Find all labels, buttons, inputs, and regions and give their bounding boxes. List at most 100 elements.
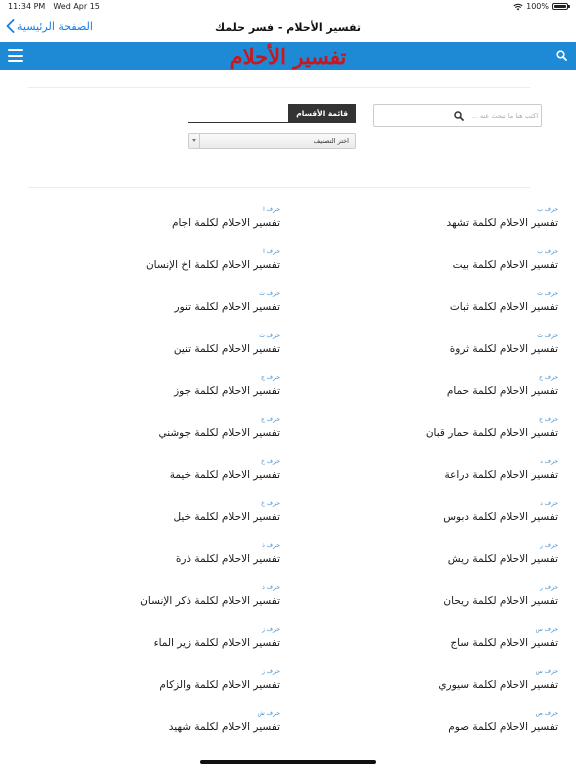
entry-row: حرف د تفسير الاحلام لكلمة دبوس حرف خ تفسير… <box>0 494 576 536</box>
entry-item[interactable]: حرف ر تفسير الاحلام لكلمة ريش <box>318 542 558 567</box>
entry-row: حرف د تفسير الاحلام لكلمة دراعة حرف خ تفسي… <box>0 452 576 494</box>
search-input[interactable] <box>462 108 538 123</box>
entry-item[interactable]: حرف ر تفسير الاحلام لكلمة ريحان <box>318 584 558 609</box>
entry-title[interactable]: تفسير الاحلام لكلمة ثبات <box>318 300 558 315</box>
search-icon[interactable] <box>556 50 567 61</box>
entry-row: حرف ث تفسير الاحلام لكلمة ثبات حرف ت تفسير… <box>0 284 576 326</box>
entry-title[interactable]: تفسير الاحلام لكلمة ذرة <box>40 552 280 567</box>
sections-list-button[interactable]: قائمة الأقسام <box>288 104 356 123</box>
entry-letter: حرف ث <box>537 290 558 297</box>
entry-item[interactable]: حرف د تفسير الاحلام لكلمة دبوس <box>318 500 558 525</box>
entry-letter: حرف د <box>540 458 558 465</box>
entry-item[interactable]: حرف س تفسير الاحلام لكلمة سيوري <box>318 668 558 693</box>
search-icon[interactable] <box>454 111 464 121</box>
battery-icon <box>552 3 570 10</box>
entry-letter: حرف خ <box>260 458 280 465</box>
app-header: تفسير الأحلام <box>0 42 576 70</box>
entry-item[interactable]: حرف ح تفسير الاحلام لكلمة حمام <box>318 374 558 399</box>
entry-title[interactable]: تفسير الاحلام لكلمة جوز <box>40 384 280 399</box>
entry-letter: حرف ت <box>259 290 280 297</box>
entry-title[interactable]: تفسير الاحلام لكلمة ثروة <box>318 342 558 357</box>
entry-item[interactable]: حرف س تفسير الاحلام لكلمة ساج <box>318 626 558 651</box>
entry-title[interactable]: تفسير الاحلام لكلمة تنور <box>40 300 281 315</box>
entry-letter: حرف ب <box>537 206 558 213</box>
entry-title[interactable]: تفسير الاحلام لكلمة ريش <box>318 552 558 567</box>
entry-item[interactable]: حرف ب تفسير الاحلام لكلمة تشهد <box>318 206 558 231</box>
entry-item[interactable]: حرف ج تفسير الاحلام لكلمة جوز <box>40 374 280 399</box>
entry-item[interactable]: حرف ص تفسير الاحلام لكلمة صوم <box>318 710 558 735</box>
entry-item[interactable]: حرف ب تفسير الاحلام لكلمة بيت <box>318 248 558 273</box>
entry-title[interactable]: تفسير الاحلام لكلمة اجام <box>40 216 280 231</box>
entry-title[interactable]: تفسير الاحلام لكلمة اخ الإنسان <box>40 258 280 273</box>
site-logo[interactable]: تفسير الأحلام <box>0 44 576 69</box>
entry-letter: حرف ت <box>259 332 280 339</box>
entry-letter: حرف ش <box>257 710 280 717</box>
chevron-left-icon <box>6 19 15 33</box>
entry-title[interactable]: تفسير الاحلام لكلمة زير الماء <box>40 636 280 651</box>
entry-letter: حرف ا <box>263 248 280 255</box>
entry-letter: حرف ذ <box>262 542 280 549</box>
entry-item[interactable]: حرف ج تفسير الاحلام لكلمة جوشني <box>40 416 280 441</box>
entry-letter: حرف ز <box>261 668 280 675</box>
entry-title[interactable]: تفسير الاحلام لكلمة تشهد <box>318 216 558 231</box>
entry-title[interactable]: تفسير الاحلام لكلمة حمار قبان <box>318 426 558 441</box>
entry-item[interactable]: حرف ا تفسير الاحلام لكلمة اخ الإنسان <box>40 248 280 273</box>
divider <box>28 87 530 88</box>
entry-title[interactable]: تفسير الاحلام لكلمة ساج <box>318 636 558 651</box>
entry-row: حرف ص تفسير الاحلام لكلمة صوم حرف ش تفسير … <box>0 704 576 746</box>
entry-item[interactable]: حرف ت تفسير الاحلام لكلمة تنين <box>40 332 280 357</box>
entry-title[interactable]: تفسير الاحلام لكلمة بيت <box>318 258 558 273</box>
entry-letter: حرف خ <box>260 500 280 507</box>
entry-letter: حرف ا <box>263 206 280 213</box>
entry-title[interactable]: تفسير الاحلام لكلمة حمام <box>318 384 558 399</box>
entry-letter: حرف ث <box>537 332 558 339</box>
entry-item[interactable]: حرف ذ تفسير الاحلام لكلمة ذكر الإنسان <box>40 584 280 609</box>
entry-title[interactable]: تفسير الاحلام لكلمة جوشني <box>40 426 280 441</box>
entry-item[interactable]: حرف ت تفسير الاحلام لكلمة تنور <box>40 290 281 315</box>
entry-item[interactable]: حرف خ تفسير الاحلام لكلمة خيل <box>40 500 280 525</box>
entry-row: حرف ر تفسير الاحلام لكلمة ريحان حرف ذ تفسي… <box>0 578 576 620</box>
entry-letter: حرف س <box>535 668 558 675</box>
entry-item[interactable]: حرف ث تفسير الاحلام لكلمة ثروة <box>318 332 558 357</box>
category-select[interactable]: اختر التصنيف <box>188 133 356 149</box>
back-button[interactable]: الصفحة الرئيسية <box>6 19 93 33</box>
entry-letter: حرف ز <box>261 626 280 633</box>
entry-letter: حرف ج <box>260 416 280 423</box>
status-right: 100% <box>513 2 570 11</box>
entry-title[interactable]: تفسير الاحلام لكلمة شهيد <box>40 720 280 735</box>
entry-letter: حرف د <box>540 500 558 507</box>
entry-item[interactable]: حرف ا تفسير الاحلام لكلمة اجام <box>40 206 280 231</box>
entry-item[interactable]: حرف د تفسير الاحلام لكلمة دراعة <box>318 458 558 483</box>
wifi-icon <box>513 3 523 10</box>
entry-title[interactable]: تفسير الاحلام لكلمة خيل <box>40 510 280 525</box>
entry-item[interactable]: حرف ز تفسير الاحلام لكلمة زير الماء <box>40 626 280 651</box>
entry-letter: حرف ر <box>539 584 558 591</box>
entry-item[interactable]: حرف ث تفسير الاحلام لكلمة ثبات <box>318 290 558 315</box>
entry-title[interactable]: تفسير الاحلام لكلمة ريحان <box>318 594 558 609</box>
entry-letter: حرف ب <box>537 248 558 255</box>
entry-title[interactable]: تفسير الاحلام لكلمة صوم <box>318 720 558 735</box>
entry-title[interactable]: تفسير الاحلام لكلمة خيمة <box>40 468 280 483</box>
entry-row: حرف ب تفسير الاحلام لكلمة تشهد حرف ا تفسير… <box>0 200 576 242</box>
entry-letter: حرف ص <box>535 710 558 717</box>
entry-row: حرف س تفسير الاحلام لكلمة سيوري حرف ز تفسي… <box>0 662 576 704</box>
entry-title[interactable]: تفسير الاحلام لكلمة تنين <box>40 342 280 357</box>
entry-item[interactable]: حرف ز تفسير الاحلام لكلمة والزكام <box>40 668 280 693</box>
entry-title[interactable]: تفسير الاحلام لكلمة دراعة <box>318 468 558 483</box>
category-select-value: اختر التصنيف <box>313 137 349 145</box>
entry-title[interactable]: تفسير الاحلام لكلمة دبوس <box>318 510 558 525</box>
entry-item[interactable]: حرف ذ تفسير الاحلام لكلمة ذرة <box>40 542 280 567</box>
entry-title[interactable]: تفسير الاحلام لكلمة سيوري <box>318 678 558 693</box>
entry-item[interactable]: حرف خ تفسير الاحلام لكلمة خيمة <box>40 458 280 483</box>
status-left: 11:34 PM Wed Apr 15 <box>8 2 100 11</box>
status-date: Wed Apr 15 <box>53 2 100 11</box>
entry-item[interactable]: حرف ش تفسير الاحلام لكلمة شهيد <box>40 710 280 735</box>
entry-title[interactable]: تفسير الاحلام لكلمة ذكر الإنسان <box>40 594 280 609</box>
entry-item[interactable]: حرف ح تفسير الاحلام لكلمة حمار قبان <box>318 416 558 441</box>
entry-letter: حرف ر <box>539 542 558 549</box>
entry-row: حرف س تفسير الاحلام لكلمة ساج حرف ز تفسير … <box>0 620 576 662</box>
sections-list-field: قائمة الأقسام <box>188 104 356 123</box>
entry-title[interactable]: تفسير الاحلام لكلمة والزكام <box>40 678 280 693</box>
entry-row: حرف ب تفسير الاحلام لكلمة بيت حرف ا تفسير … <box>0 242 576 284</box>
entry-row: حرف ر تفسير الاحلام لكلمة ريش حرف ذ تفسير … <box>0 536 576 578</box>
